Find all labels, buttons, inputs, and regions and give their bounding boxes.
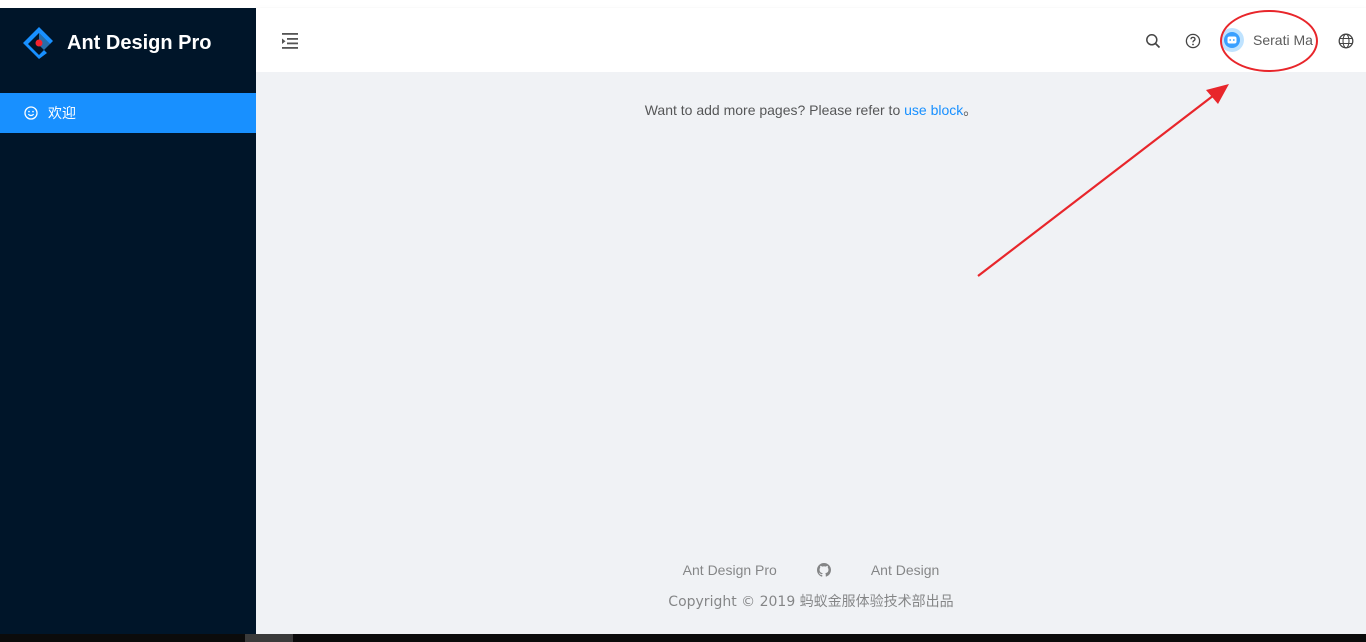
- sidebar: Ant Design Pro 欢迎: [0, 8, 256, 634]
- browser-top-edge: [0, 0, 1366, 8]
- footer-link-ant-design[interactable]: Ant Design: [871, 562, 939, 578]
- github-icon[interactable]: [816, 563, 831, 577]
- main-content: Want to add more pages? Please refer to …: [256, 72, 1366, 634]
- copyright-text: Copyright © 2019 蚂蚁金服体验技术部出品: [668, 594, 954, 610]
- avatar-icon: [1220, 28, 1244, 52]
- app-title: Ant Design Pro: [67, 31, 212, 54]
- tip-text: Want to add more pages? Please refer to: [644, 102, 905, 118]
- globe-icon[interactable]: [1338, 33, 1354, 49]
- taskbar-button[interactable]: [245, 634, 293, 642]
- sidebar-item-label: 欢迎: [48, 106, 76, 122]
- footer-links: Ant Design Pro Ant Design: [256, 562, 1366, 578]
- menu-fold-icon[interactable]: [279, 30, 301, 52]
- os-taskbar: [0, 634, 1366, 642]
- app-logo[interactable]: Ant Design Pro: [22, 27, 211, 59]
- search-icon[interactable]: [1145, 33, 1161, 49]
- question-circle-icon[interactable]: [1185, 33, 1201, 49]
- user-menu[interactable]: Serati Ma: [1220, 26, 1313, 54]
- use-block-link[interactable]: use block: [904, 102, 963, 118]
- smile-icon: [24, 106, 38, 120]
- top-header: Serati Ma: [256, 8, 1366, 72]
- username: Serati Ma: [1253, 32, 1313, 48]
- tip-suffix: 。: [963, 102, 978, 118]
- add-pages-tip: Want to add more pages? Please refer to …: [256, 100, 1366, 120]
- ant-design-logo-icon: [22, 26, 56, 60]
- sidebar-item-welcome[interactable]: 欢迎: [0, 93, 256, 133]
- footer-link-ant-design-pro[interactable]: Ant Design Pro: [683, 562, 777, 578]
